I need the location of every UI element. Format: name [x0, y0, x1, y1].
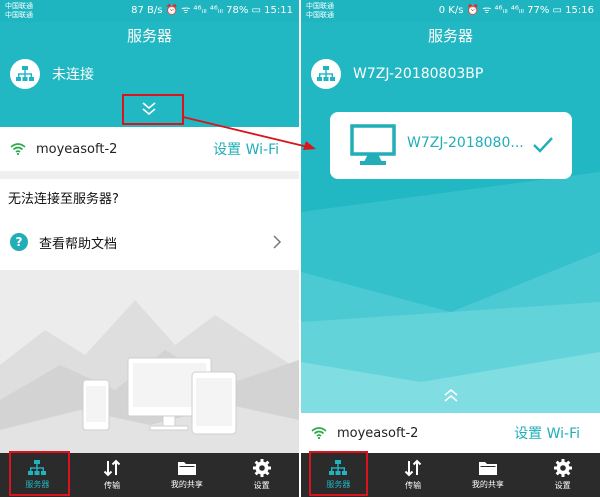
tab-settings[interactable]: 设置	[525, 453, 600, 497]
carrier-name: 中国联通	[5, 11, 33, 19]
status-indicators: 87 B/s ⏰ ᯤ ⁴⁶ᵢₗₗ ⁴⁶ᵢₗₗ 78% ▭ 15:11	[131, 5, 293, 16]
server-status-row[interactable]: W7ZJ-20180803BP	[311, 58, 483, 90]
tab-label: 我的共享	[170, 480, 203, 489]
tab-settings[interactable]: 设置	[224, 453, 299, 497]
help-docs-label: 查看帮助文档	[39, 236, 118, 252]
server-status-row[interactable]: 未连接	[10, 58, 94, 90]
folder-icon	[177, 462, 196, 475]
status-bar: 中国联通 中国联通 87 B/s ⏰ ᯤ ⁴⁶ᵢₗₗ ⁴⁶ᵢₗₗ 78% ▭ 1…	[0, 0, 299, 22]
server-network-icon	[311, 59, 341, 89]
wifi-ssid: moyeasoft-2	[36, 141, 118, 157]
gear-icon	[553, 459, 572, 477]
tab-transfer[interactable]: 传输	[75, 453, 150, 497]
carrier-info: 中国联通 中国联通	[306, 2, 334, 20]
checkmark-icon	[533, 137, 553, 153]
device-name: W7ZJ-2018080...	[407, 135, 524, 151]
section-divider	[0, 171, 299, 179]
wifi-icon	[10, 143, 26, 155]
chevron-right-icon	[272, 234, 282, 254]
annotation-highlight-box	[122, 94, 184, 125]
tab-my-share[interactable]: 我的共享	[150, 453, 225, 497]
status-indicators: 0 K/s ⏰ ᯤ ⁴⁶ᵢₗₗ ⁴⁶ᵢₗₗ 77% ▭ 15:16	[438, 5, 594, 16]
carrier-name: 中国联通	[5, 2, 33, 10]
carrier-info: 中国联通 中国联通	[5, 2, 33, 20]
status-bar: 中国联通 中国联通 0 K/s ⏰ ᯤ ⁴⁶ᵢₗₗ ⁴⁶ᵢₗₗ 77% ▭ 15…	[301, 0, 600, 22]
wifi-icon	[311, 427, 327, 439]
tab-transfer[interactable]: 传输	[376, 453, 451, 497]
carrier-name: 中国联通	[306, 11, 334, 19]
gear-icon	[252, 459, 271, 477]
annotation-highlight-box	[309, 451, 368, 496]
page-title: 服务器	[427, 27, 473, 45]
help-section-title: 无法连接至服务器?	[8, 192, 119, 207]
transfer-arrows-icon	[103, 459, 121, 477]
collapse-chevron-icon[interactable]	[441, 385, 461, 405]
setup-wifi-link[interactable]: 设置 Wi-Fi	[213, 139, 279, 159]
tab-my-share[interactable]: 我的共享	[451, 453, 526, 497]
monitor-icon	[350, 124, 396, 165]
wifi-ssid: moyeasoft-2	[337, 425, 419, 441]
help-docs-row[interactable]: ? 查看帮助文档	[0, 222, 299, 262]
annotation-highlight-box	[9, 451, 70, 496]
page-title: 服务器	[126, 27, 172, 45]
server-status-label: 未连接	[52, 67, 94, 83]
help-question-icon: ?	[10, 233, 28, 251]
tab-label: 我的共享	[471, 480, 504, 489]
tab-label: 传输	[104, 481, 121, 490]
phone-screen-disconnected: 中国联通 中国联通 87 B/s ⏰ ᯤ ⁴⁶ᵢₗₗ ⁴⁶ᵢₗₗ 78% ▭ 1…	[0, 0, 299, 497]
tab-label: 传输	[405, 481, 422, 490]
transfer-arrows-icon	[404, 459, 422, 477]
carrier-name: 中国联通	[306, 2, 334, 10]
server-network-icon	[10, 59, 40, 89]
devices-illustration	[0, 270, 299, 453]
wifi-row: moyeasoft-2 设置 Wi-Fi	[301, 413, 600, 453]
phone-screen-connected: 中国联通 中国联通 0 K/s ⏰ ᯤ ⁴⁶ᵢₗₗ ⁴⁶ᵢₗₗ 77% ▭ 15…	[301, 0, 600, 497]
device-card[interactable]: W7ZJ-2018080...	[330, 112, 572, 179]
setup-wifi-link[interactable]: 设置 Wi-Fi	[514, 423, 580, 443]
tab-label: 设置	[253, 481, 270, 490]
wifi-row: moyeasoft-2 设置 Wi-Fi	[0, 129, 299, 169]
tab-label: 设置	[554, 481, 571, 490]
server-name-label: W7ZJ-20180803BP	[353, 66, 484, 82]
folder-icon	[478, 462, 497, 475]
